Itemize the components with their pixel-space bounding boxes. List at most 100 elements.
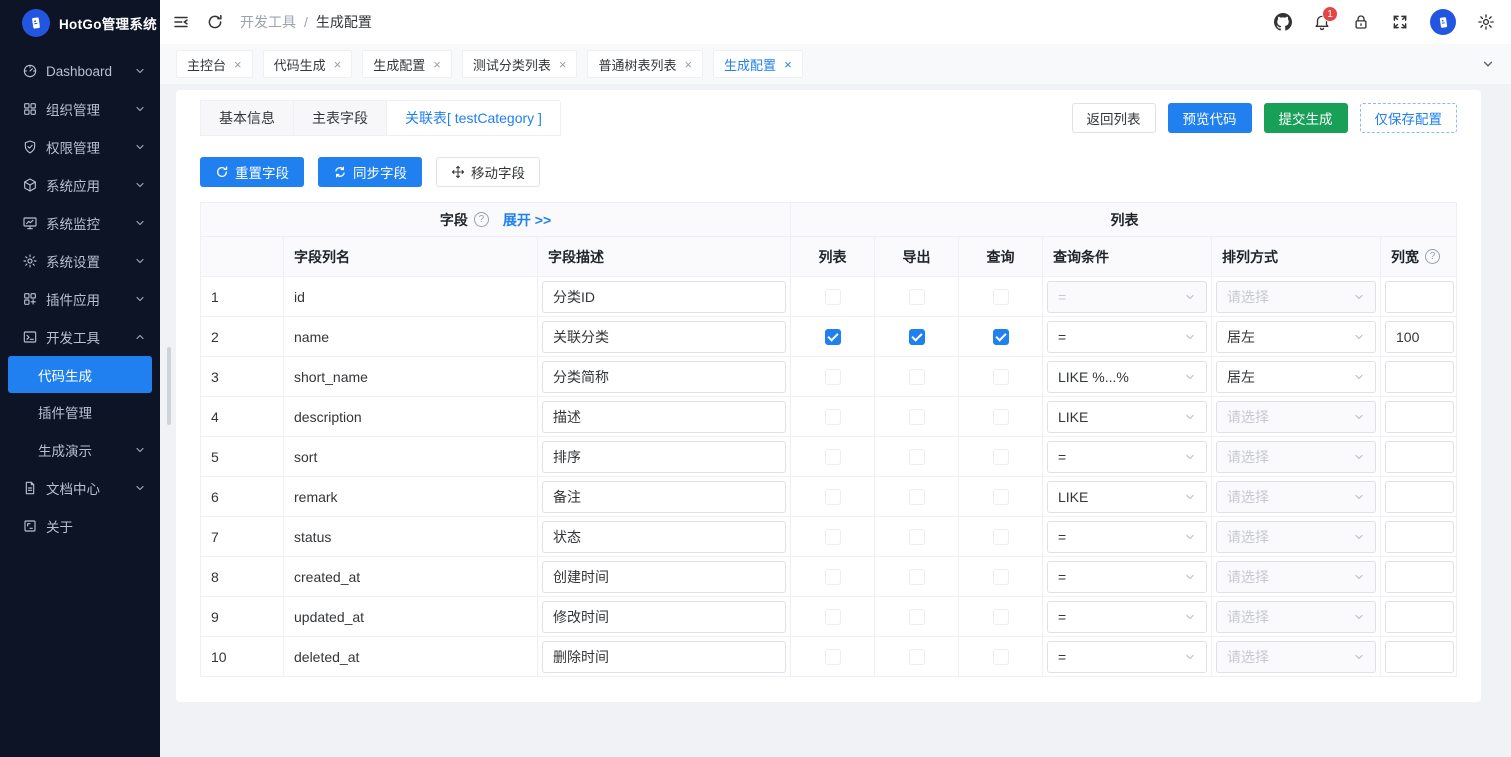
header-button-1[interactable]: 预览代码 [1168,103,1252,133]
header-button-3[interactable]: 仅保存配置 [1360,103,1458,133]
query-condition-select[interactable]: = [1047,441,1207,473]
sidebar-item-permission[interactable]: 权限管理 [0,128,160,166]
list-checkbox[interactable] [825,329,841,345]
list-checkbox[interactable] [825,489,841,505]
action-button-1[interactable]: 同步字段 [318,157,422,187]
query-checkbox[interactable] [993,329,1009,345]
export-checkbox[interactable] [909,449,925,465]
bell-icon[interactable]: 1 [1313,13,1331,31]
export-checkbox[interactable] [909,329,925,345]
sidebar-item-about[interactable]: 关于 [0,507,160,545]
sidebar-item-code-gen[interactable]: 代码生成 [8,356,152,393]
sidebar-item-gen-demo[interactable]: 生成演示 [0,431,160,469]
field-desc-input[interactable] [542,321,786,353]
width-input[interactable] [1385,321,1454,353]
page-tab-2[interactable]: 生成配置× [362,50,452,78]
field-desc-input[interactable] [542,641,786,673]
width-input[interactable] [1385,521,1454,553]
query-condition-select[interactable]: LIKE %...% [1047,361,1207,393]
sidebar-item-doc-center[interactable]: 文档中心 [0,469,160,507]
query-checkbox[interactable] [993,489,1009,505]
width-input[interactable] [1385,481,1454,513]
field-desc-input[interactable] [542,561,786,593]
width-input[interactable] [1385,601,1454,633]
user-avatar[interactable] [1430,9,1456,35]
query-condition-select[interactable]: = [1047,321,1207,353]
query-condition-select[interactable]: LIKE [1047,401,1207,433]
sidebar-item-system-app[interactable]: 系统应用 [0,166,160,204]
query-checkbox[interactable] [993,529,1009,545]
export-checkbox[interactable] [909,489,925,505]
page-tab-5[interactable]: 生成配置× [713,50,803,78]
sidebar-item-organization[interactable]: 组织管理 [0,90,160,128]
query-checkbox[interactable] [993,649,1009,665]
export-checkbox[interactable] [909,569,925,585]
app-logo[interactable]: HotGo管理系统 [0,0,160,46]
export-checkbox[interactable] [909,609,925,625]
page-tab-3[interactable]: 测试分类列表× [462,50,578,78]
width-input[interactable] [1385,641,1454,673]
field-desc-input[interactable] [542,281,786,313]
list-checkbox[interactable] [825,409,841,425]
page-tab-4[interactable]: 普通树表列表× [587,50,703,78]
query-checkbox[interactable] [993,609,1009,625]
list-checkbox[interactable] [825,369,841,385]
export-checkbox[interactable] [909,529,925,545]
fullscreen-icon[interactable] [1391,13,1409,31]
close-tab-icon[interactable]: × [784,58,792,71]
expand-link[interactable]: 展开 >> [503,210,551,230]
tab-options-chevron-icon[interactable] [1475,57,1501,71]
refresh-icon[interactable] [206,13,224,31]
export-checkbox[interactable] [909,369,925,385]
field-desc-input[interactable] [542,521,786,553]
field-desc-input[interactable] [542,361,786,393]
width-input[interactable] [1385,401,1454,433]
list-checkbox[interactable] [825,609,841,625]
github-icon[interactable] [1274,13,1292,31]
width-input[interactable] [1385,561,1454,593]
list-checkbox[interactable] [825,289,841,305]
export-checkbox[interactable] [909,409,925,425]
sidebar-item-plugin-app[interactable]: 插件应用 [0,280,160,318]
header-button-0[interactable]: 返回列表 [1072,103,1156,133]
sidebar-item-dashboard[interactable]: Dashboard [0,52,160,90]
list-checkbox[interactable] [825,649,841,665]
query-condition-select[interactable]: = [1047,521,1207,553]
export-checkbox[interactable] [909,649,925,665]
close-tab-icon[interactable]: × [559,58,567,71]
sidebar-item-system-setting[interactable]: 系统设置 [0,242,160,280]
align-select[interactable]: 居左 [1216,361,1376,393]
export-checkbox[interactable] [909,289,925,305]
close-tab-icon[interactable]: × [234,58,242,71]
list-checkbox[interactable] [825,529,841,545]
close-tab-icon[interactable]: × [433,58,441,71]
page-tab-0[interactable]: 主控台× [176,50,253,78]
page-tab-1[interactable]: 代码生成× [263,50,353,78]
width-input[interactable] [1385,441,1454,473]
lock-icon[interactable] [1352,13,1370,31]
align-select[interactable]: 居左 [1216,321,1376,353]
list-checkbox[interactable] [825,449,841,465]
field-desc-input[interactable] [542,401,786,433]
config-tab-2[interactable]: 关联表[ testCategory ] [386,100,561,136]
width-input[interactable] [1385,361,1454,393]
settings-gear-icon[interactable] [1477,13,1495,31]
query-condition-select[interactable]: LIKE [1047,481,1207,513]
config-tab-1[interactable]: 主表字段 [293,100,387,136]
sidebar-item-dev-tools[interactable]: 开发工具 [0,318,160,356]
vertical-scrollbar[interactable] [167,347,171,425]
action-button-2[interactable]: 移动字段 [436,157,540,187]
header-button-2[interactable]: 提交生成 [1264,103,1348,133]
collapse-menu-icon[interactable] [172,13,190,31]
field-desc-input[interactable] [542,601,786,633]
width-input[interactable] [1385,281,1454,313]
close-tab-icon[interactable]: × [334,58,342,71]
sidebar-item-plugin-manage[interactable]: 插件管理 [0,393,160,431]
query-checkbox[interactable] [993,369,1009,385]
config-tab-0[interactable]: 基本信息 [200,100,294,136]
list-checkbox[interactable] [825,569,841,585]
close-tab-icon[interactable]: × [684,58,692,71]
query-checkbox[interactable] [993,409,1009,425]
query-checkbox[interactable] [993,449,1009,465]
field-desc-input[interactable] [542,441,786,473]
